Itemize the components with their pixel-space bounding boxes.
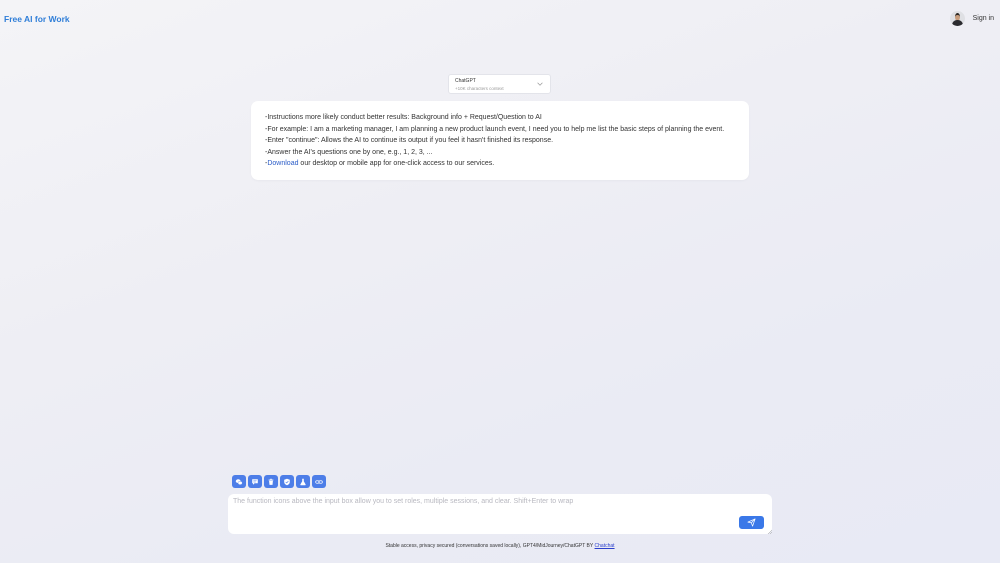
wechat-button[interactable] bbox=[232, 475, 246, 488]
composer bbox=[228, 494, 772, 534]
sign-in-label: Sign in bbox=[972, 15, 994, 22]
chat-bubble-icon bbox=[252, 478, 258, 485]
download-suffix: our desktop or mobile app for one-click … bbox=[298, 160, 495, 167]
trash-icon bbox=[268, 478, 274, 485]
composer-toolbar bbox=[232, 475, 326, 488]
footer-text: Stable access, privacy secured (conversa… bbox=[385, 543, 595, 549]
flask-icon bbox=[300, 478, 306, 485]
message-input[interactable] bbox=[228, 494, 772, 534]
sign-in-button[interactable]: Sign in bbox=[949, 11, 994, 26]
role-button[interactable] bbox=[296, 475, 310, 488]
download-line: -Download our desktop or mobile app for … bbox=[265, 158, 735, 170]
clear-button[interactable] bbox=[264, 475, 278, 488]
avatar bbox=[949, 11, 965, 26]
instruction-line: -Instructions more likely conduct better… bbox=[265, 114, 542, 121]
resize-grip-icon[interactable] bbox=[767, 529, 772, 534]
footer-link[interactable]: Chatchat bbox=[595, 543, 615, 549]
privacy-button[interactable] bbox=[280, 475, 294, 488]
send-button[interactable] bbox=[739, 516, 764, 529]
model-name: ChatGPT bbox=[455, 78, 476, 84]
shield-icon bbox=[284, 478, 290, 485]
wechat-icon bbox=[235, 478, 243, 485]
link-icon bbox=[315, 479, 323, 484]
download-link[interactable]: Download bbox=[267, 160, 298, 167]
instruction-line: -Answer the AI's questions one by one, e… bbox=[265, 148, 433, 156]
instruction-line: -Enter "continue": Allows the AI to cont… bbox=[265, 137, 554, 144]
brand-logo-link[interactable]: Free AI for Work bbox=[4, 14, 70, 24]
model-context-label: +10K characters context bbox=[455, 86, 504, 91]
share-link-button[interactable] bbox=[312, 475, 326, 488]
instruction-line: -For example: I am a marketing manager, … bbox=[265, 125, 725, 133]
footer: Stable access, privacy secured (conversa… bbox=[0, 543, 1000, 549]
model-select[interactable]: ChatGPT +10K characters context bbox=[448, 74, 551, 94]
instructions-card: -Instructions more likely conduct better… bbox=[251, 101, 749, 180]
new-session-button[interactable] bbox=[248, 475, 262, 488]
send-icon bbox=[747, 518, 756, 527]
chevron-down-icon bbox=[537, 82, 543, 86]
